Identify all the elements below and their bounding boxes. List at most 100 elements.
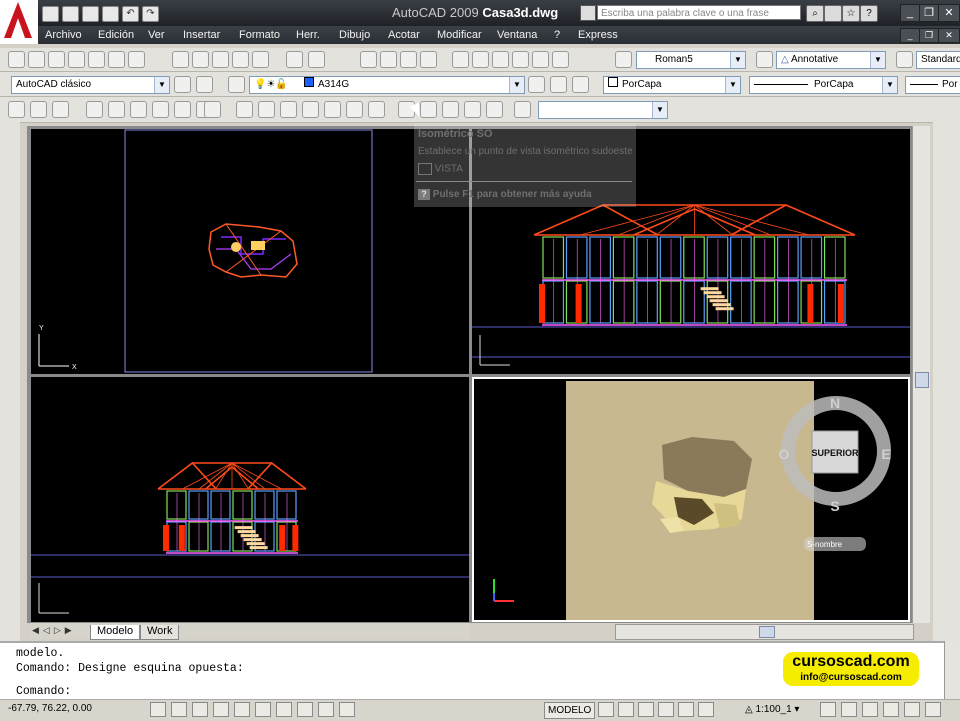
tab-modelo[interactable]: Modelo [90, 625, 141, 640]
undo-icon[interactable]: ↶ [122, 6, 139, 22]
command-prompt[interactable]: Comando: [16, 685, 71, 698]
ucs-previous-icon[interactable] [514, 101, 531, 118]
search-input[interactable]: Escriba una palabra clave o una frase [597, 5, 801, 20]
tool-palettes-icon[interactable] [492, 51, 509, 68]
menu-edicion[interactable]: Edición [98, 29, 134, 41]
auto-scale-icon[interactable] [841, 702, 857, 717]
visual-realistic-icon[interactable] [174, 101, 191, 118]
open-file-icon[interactable] [62, 6, 79, 22]
doc-close-button[interactable]: ✕ [938, 28, 960, 43]
free-orbit-icon[interactable] [30, 101, 47, 118]
workspace-settings-icon[interactable] [174, 76, 191, 93]
minimize-button[interactable]: _ [900, 4, 920, 22]
front-view-icon[interactable] [346, 101, 363, 118]
layer-manager-icon[interactable] [228, 76, 245, 93]
print-icon[interactable] [102, 6, 119, 22]
paste-icon[interactable] [212, 51, 229, 68]
horizontal-scroll-thumb[interactable] [759, 626, 775, 638]
save-icon[interactable] [48, 51, 65, 68]
viewport-bottom-right-active[interactable]: SUPERIOR N S E O S-nombre [472, 377, 910, 622]
coordinates-readout[interactable]: -67.79, 76.22, 0.00 [8, 703, 92, 714]
vertical-scrollbar[interactable] [912, 126, 930, 623]
zoom-realtime-icon[interactable] [380, 51, 397, 68]
customize-icon[interactable] [196, 76, 213, 93]
menu-ver[interactable]: Ver [148, 29, 165, 41]
quick-view-layouts-icon[interactable] [598, 702, 614, 717]
ne-iso-icon[interactable] [442, 101, 459, 118]
compass-north[interactable]: N [830, 395, 840, 411]
app-menu-button[interactable] [0, 0, 38, 44]
model-space-toggle[interactable]: MODELO [544, 702, 596, 719]
pan-status-icon[interactable] [638, 702, 654, 717]
ortho-toggle-icon[interactable] [192, 702, 208, 717]
ucs-icon[interactable] [86, 101, 103, 118]
doc-restore-button[interactable]: ❐ [919, 28, 939, 43]
menu-ventana[interactable]: Ventana [497, 29, 537, 41]
match-properties-icon[interactable] [232, 51, 249, 68]
table-style-icon[interactable] [896, 51, 913, 68]
design-center-icon[interactable] [472, 51, 489, 68]
compass-east[interactable]: E [881, 446, 890, 462]
tab-nav-arrows-icon[interactable]: ◀◁▷▶ [32, 625, 76, 636]
compass-west[interactable]: O [779, 446, 790, 462]
menu-dibujo[interactable]: Dibujo [339, 29, 370, 41]
camera-icon[interactable] [486, 101, 503, 118]
3d-dwf-icon[interactable] [128, 51, 145, 68]
annotation-style-select[interactable]: △ Annotative ▼ [776, 51, 886, 69]
calculator-icon[interactable] [552, 51, 569, 68]
toolbar-menu-icon[interactable] [904, 702, 920, 717]
layer-previous-icon[interactable] [550, 76, 567, 93]
zoom-status-icon[interactable] [658, 702, 674, 717]
tab-work[interactable]: Work [140, 625, 180, 640]
pan-icon[interactable] [360, 51, 377, 68]
continuous-orbit-icon[interactable] [52, 101, 69, 118]
menu-archivo[interactable]: Archivo [45, 29, 82, 41]
top-view-icon[interactable] [258, 101, 275, 118]
text-style-icon[interactable] [615, 51, 632, 68]
named-views-select[interactable]: ▼ [538, 101, 668, 119]
restore-button[interactable]: ❐ [919, 4, 939, 22]
markup-icon[interactable] [532, 51, 549, 68]
named-views-icon[interactable] [236, 101, 253, 118]
plot-icon[interactable] [68, 51, 85, 68]
communication-center-icon[interactable] [824, 5, 842, 22]
menu-formato[interactable]: Formato [239, 29, 280, 41]
compass-south[interactable]: S [830, 498, 839, 514]
make-current-icon[interactable] [528, 76, 545, 93]
redo-icon[interactable] [308, 51, 325, 68]
close-button[interactable]: ✕ [938, 4, 960, 22]
dimension-style-select[interactable]: Standard [916, 51, 960, 69]
zoom-window-icon[interactable] [400, 51, 417, 68]
dyn-toggle-icon[interactable] [297, 702, 313, 717]
lock-icon[interactable] [883, 702, 899, 717]
layer-select[interactable]: 💡☀🔓 A314G ▼ [249, 76, 525, 94]
sheet-set-icon[interactable] [512, 51, 529, 68]
open-icon[interactable] [28, 51, 45, 68]
vertical-scroll-thumb[interactable] [915, 372, 929, 388]
back-view-icon[interactable] [368, 101, 385, 118]
managed-styles-icon[interactable] [204, 101, 221, 118]
linetype-select[interactable]: PorCapa ▼ [749, 76, 898, 94]
polar-toggle-icon[interactable] [213, 702, 229, 717]
menu-acotar[interactable]: Acotar [388, 29, 420, 41]
help-icon[interactable]: ? [860, 5, 878, 22]
visual-wireframe-3d-icon[interactable] [130, 101, 147, 118]
menu-herramientas[interactable]: Herr. [296, 29, 320, 41]
annotation-visibility-icon[interactable] [820, 702, 836, 717]
horizontal-scrollbar[interactable] [615, 624, 914, 640]
command-scrollbar[interactable] [944, 641, 960, 699]
qnew-icon[interactable] [8, 51, 25, 68]
annotation-scale[interactable]: ◬ 1:100_1 ▾ [745, 702, 799, 717]
publish-icon[interactable] [108, 51, 125, 68]
favorites-star-icon[interactable]: ☆ [842, 5, 860, 22]
preview-icon[interactable] [88, 51, 105, 68]
right-view-icon[interactable] [324, 101, 341, 118]
workspace-switch-icon[interactable] [862, 702, 878, 717]
search-icon[interactable]: ⌕ [806, 5, 824, 22]
steering-wheel-icon[interactable] [678, 702, 694, 717]
doc-minimize-button[interactable]: _ [900, 28, 920, 43]
viewport-bottom-left[interactable] [31, 377, 469, 622]
menu-modificar[interactable]: Modificar [437, 29, 482, 41]
search-options-icon[interactable] [580, 5, 596, 21]
redo-icon[interactable]: ↷ [142, 6, 159, 22]
